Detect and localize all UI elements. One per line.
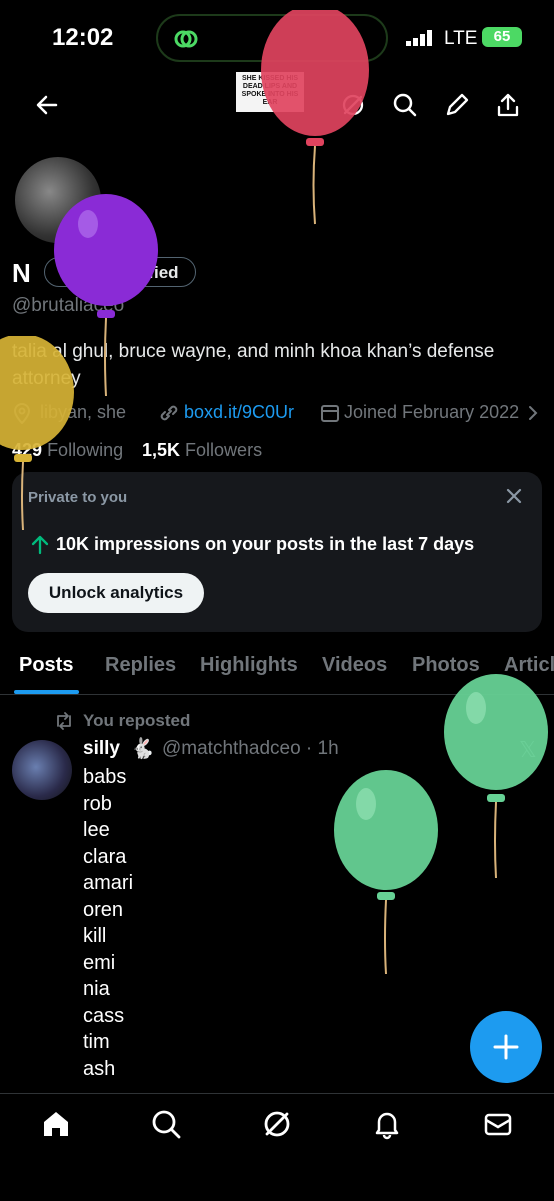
grok-x-icon[interactable]: 𝕏: [519, 737, 537, 763]
link-icon: [174, 30, 198, 48]
post-line: kill: [83, 925, 107, 947]
post-line: cass: [83, 1004, 125, 1027]
arrow-up-icon: [31, 535, 49, 555]
tab-articles-clip: Articles: [504, 654, 554, 686]
get-verified-button[interactable]: Get verified: [44, 257, 196, 287]
back-arrow-icon[interactable]: [34, 92, 60, 118]
verified-badge-icon: [61, 264, 77, 280]
compose-post-button[interactable]: [470, 1011, 542, 1083]
post-line: tim: [83, 1031, 110, 1053]
plus-icon: [493, 1034, 519, 1060]
network-label: LTE: [444, 28, 478, 49]
repost-label: You reposted: [83, 711, 191, 730]
repost-icon: [57, 712, 71, 730]
tab-videos[interactable]: Videos: [322, 654, 387, 677]
profile-website-link[interactable]: boxd.it/9C0Ur: [184, 402, 294, 423]
edit-pencil-icon[interactable]: [444, 92, 470, 118]
bottom-nav: [0, 1093, 554, 1201]
grok-icon[interactable]: [340, 92, 366, 118]
home-icon[interactable]: [40, 1108, 72, 1140]
dynamic-island: [156, 14, 388, 62]
following-count: 429: [12, 440, 43, 460]
link-chain-icon: [160, 405, 178, 421]
profile-handle: @brutaliaceo: [12, 295, 125, 316]
post-line: amari: [83, 872, 134, 894]
messages-icon[interactable]: [482, 1108, 514, 1140]
tabs-divider: [0, 694, 554, 695]
status-time: 12:02: [52, 24, 114, 51]
profile-location: libyan, she: [40, 402, 127, 422]
followers-count: 1,5K: [142, 440, 181, 460]
tab-posts[interactable]: Posts: [19, 654, 73, 677]
sticker-image: SHE KISSED HIS DEAD LIPS AND SPOKE INTO …: [236, 72, 304, 112]
profile-bio: talia al ghul, bruce wayne, and minh kho…: [12, 341, 495, 389]
followers-label: Followers: [185, 440, 263, 460]
post-line: clara: [83, 845, 127, 868]
following-link[interactable]: 429 Following: [12, 440, 123, 461]
post-line: ash: [83, 1057, 116, 1080]
post-line: emi: [83, 951, 116, 974]
tab-photos[interactable]: Photos: [412, 654, 480, 677]
profile-avatar[interactable]: [12, 154, 104, 246]
post-text[interactable]: babs rob lee clara amari oren kill emi n…: [83, 764, 133, 1082]
post-author-name[interactable]: silly: [83, 738, 120, 760]
post-line: nia: [83, 978, 110, 1000]
grok-nav-icon[interactable]: [261, 1108, 293, 1140]
rabbit-emoji-icon: 🐇: [130, 738, 155, 760]
post-line: oren: [83, 898, 124, 921]
unlock-analytics-button[interactable]: Unlock analytics: [28, 573, 204, 613]
post-line: babs: [83, 766, 127, 788]
search-icon[interactable]: [392, 92, 418, 118]
chevron-right-icon[interactable]: [527, 405, 539, 421]
profile-joined: Joined February 2022: [344, 402, 520, 422]
card-title: Private to you: [28, 489, 128, 506]
notifications-bell-icon[interactable]: [371, 1108, 403, 1140]
battery-indicator: 65: [482, 27, 522, 47]
location-icon: [13, 403, 31, 424]
calendar-icon: [321, 405, 339, 422]
share-icon[interactable]: [495, 92, 521, 118]
post-line: rob: [83, 792, 112, 815]
signal-icon: [406, 30, 432, 46]
followers-link[interactable]: 1,5K Followers: [142, 440, 262, 461]
impressions-text: 10K impressions on your posts in the las…: [56, 534, 475, 554]
display-name: N: [12, 258, 31, 288]
tab-highlights[interactable]: Highlights: [200, 654, 298, 677]
private-analytics-card: Private to you 10K impressions on your p…: [12, 472, 542, 632]
post-author-avatar[interactable]: [12, 740, 72, 800]
post-handle-time[interactable]: @matchthadceo · 1h: [162, 738, 339, 760]
close-icon[interactable]: [504, 486, 524, 506]
tab-replies[interactable]: Replies: [105, 654, 176, 677]
following-label: Following: [47, 440, 124, 460]
green-balloon-left: [334, 770, 438, 975]
post-line: lee: [83, 819, 110, 841]
get-verified-label: Get verified: [85, 263, 179, 282]
green-balloon-right: [444, 674, 548, 879]
tab-articles[interactable]: Articles: [504, 654, 554, 677]
search-nav-icon[interactable]: [150, 1108, 182, 1140]
